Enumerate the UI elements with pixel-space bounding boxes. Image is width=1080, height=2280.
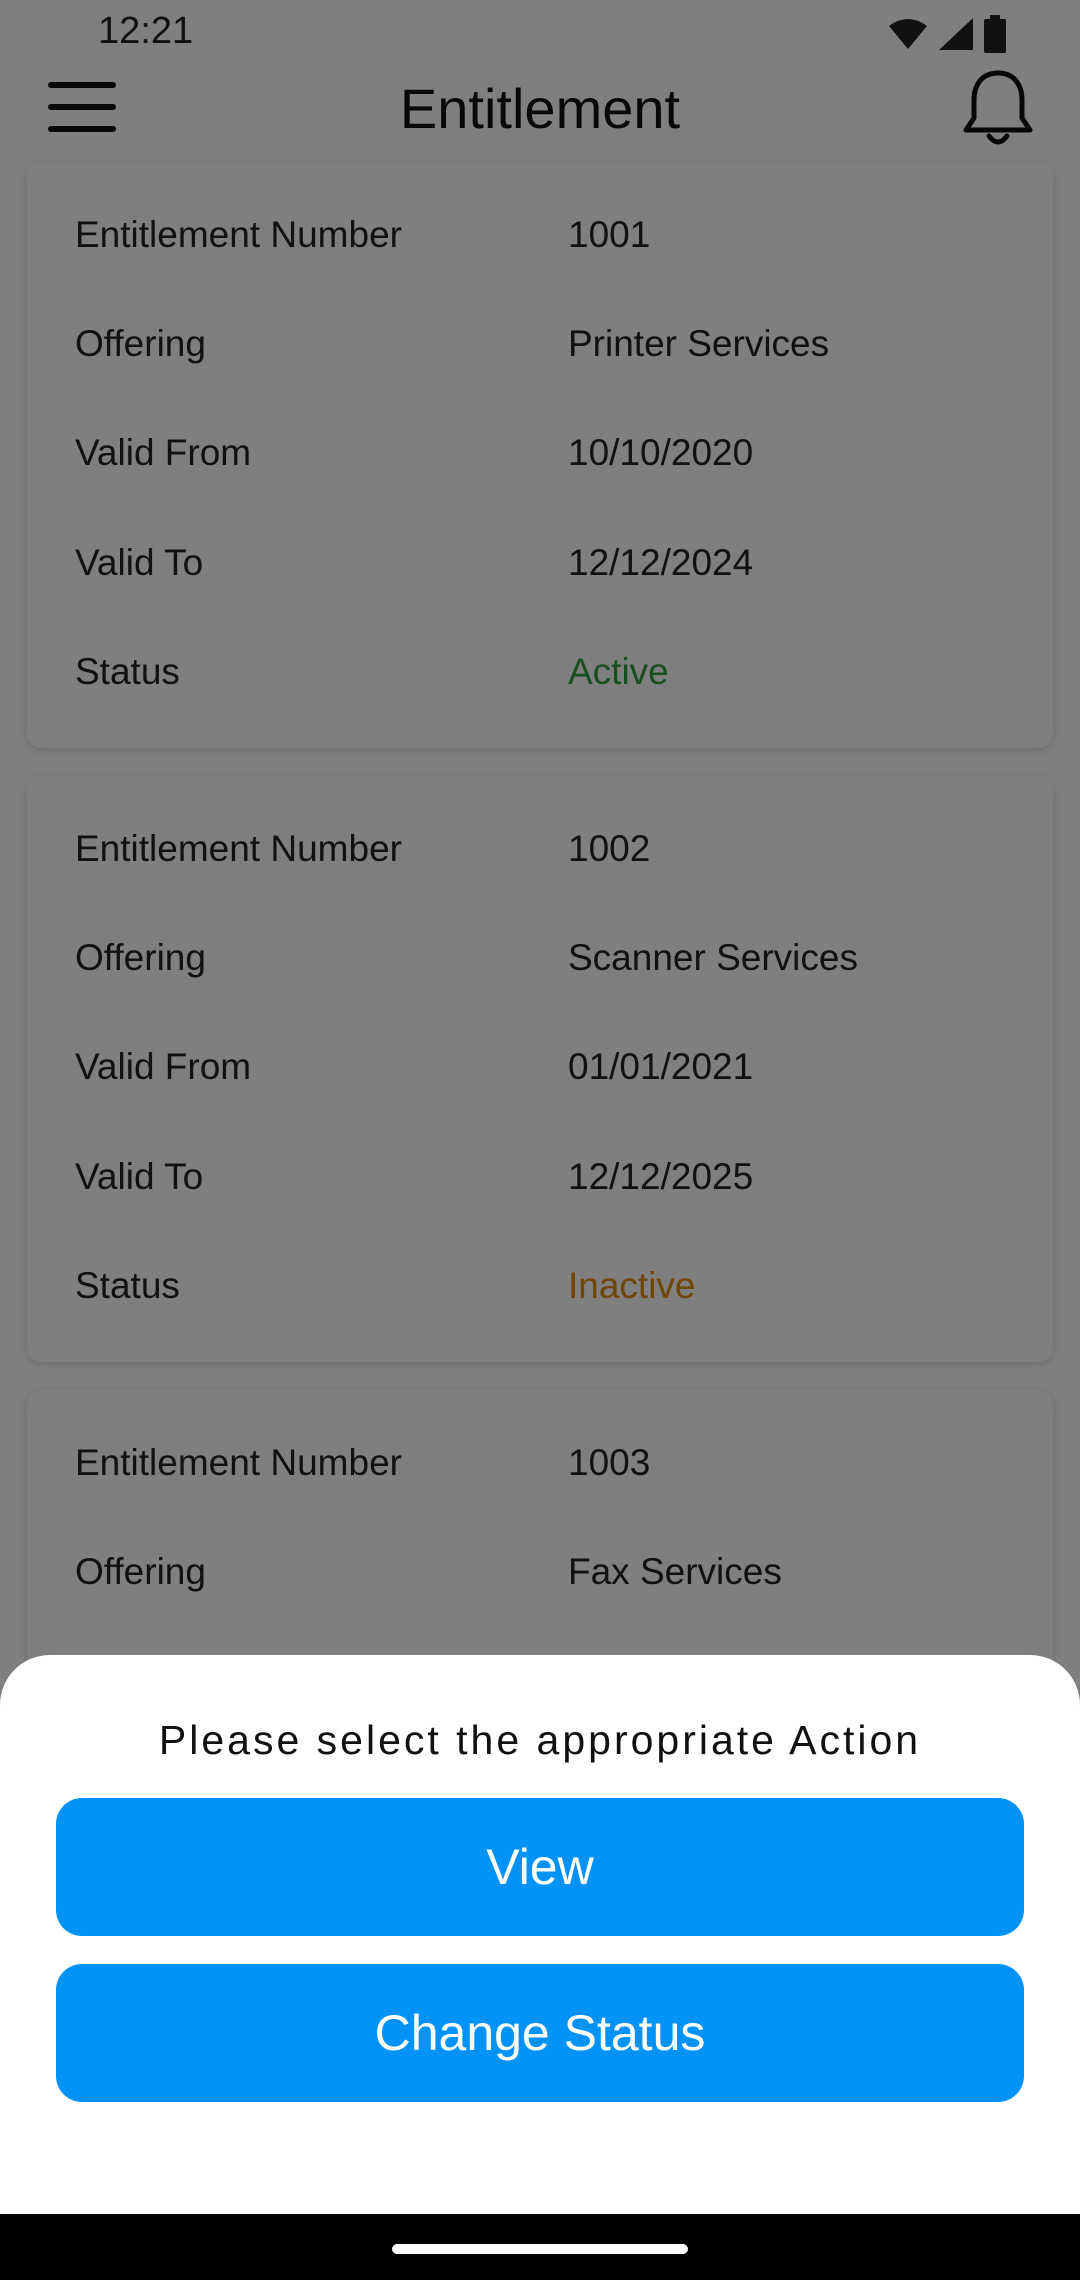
action-bottom-sheet: Please select the appropriate Action Vie… bbox=[0, 1655, 1080, 2214]
action-sheet-title: Please select the appropriate Action bbox=[158, 1717, 922, 1763]
home-indicator[interactable] bbox=[392, 2244, 688, 2254]
system-navigation-bar bbox=[0, 2214, 1080, 2280]
screen: 12:21 Entitlement bbox=[0, 0, 1080, 2280]
view-button[interactable]: View bbox=[56, 1798, 1024, 1936]
change-status-button[interactable]: Change Status bbox=[56, 1964, 1024, 2102]
